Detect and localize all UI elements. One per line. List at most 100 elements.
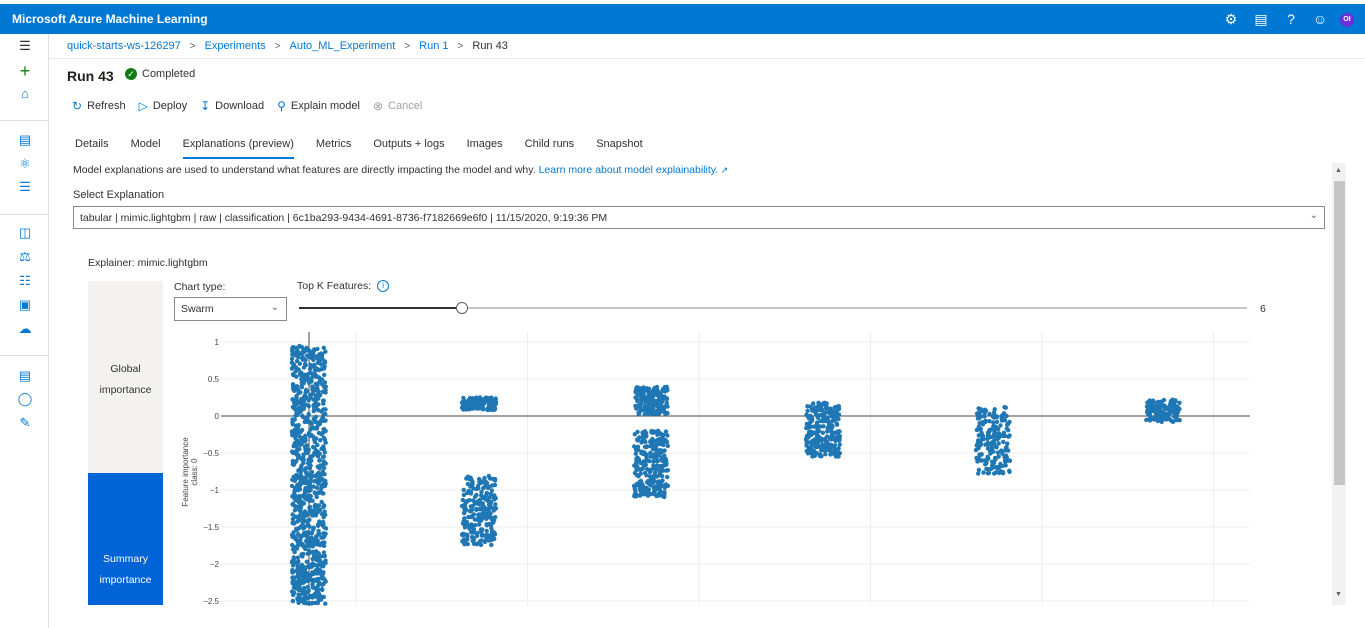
endpoints-icon[interactable]: ☁ — [15, 319, 35, 339]
scroll-down-icon[interactable]: ▼ — [1335, 591, 1342, 598]
refresh-button[interactable]: ↻ Refresh — [72, 99, 126, 113]
hamburger-icon[interactable]: ☰ — [15, 36, 35, 56]
chart-type-value: Swarm — [181, 303, 214, 315]
swarm-point — [491, 407, 496, 412]
gear-icon[interactable]: ⚙ — [1222, 10, 1240, 28]
swarm-point — [483, 397, 488, 403]
help-icon[interactable]: ? — [1282, 10, 1300, 28]
swarm-point — [638, 471, 643, 476]
swarm-point — [464, 498, 470, 504]
automl-icon[interactable]: ⚛ — [15, 154, 35, 174]
swarm-point — [290, 404, 296, 410]
swarm-point — [996, 441, 1001, 446]
top-k-slider[interactable] — [299, 301, 1247, 315]
swarm-point — [651, 465, 656, 470]
explain-model-button[interactable]: ⚲ Explain model — [277, 99, 360, 113]
avatar[interactable]: OI — [1340, 13, 1354, 27]
learn-more-link[interactable]: Learn more about model explainability. ↗ — [539, 164, 729, 176]
swarm-point — [654, 474, 659, 479]
swarm-point — [472, 499, 477, 505]
swarm-point — [832, 450, 838, 455]
vertical-scrollbar[interactable]: ▲ ▼ — [1332, 163, 1346, 605]
select-explanation-dropdown[interactable]: tabular | mimic.lightgbm | raw | classif… — [73, 206, 1325, 229]
swarm-point — [323, 418, 328, 423]
swarm-point — [320, 542, 325, 547]
swarm-point — [991, 410, 997, 415]
datastores-icon[interactable]: ◯ — [15, 389, 35, 409]
swarm-point — [977, 452, 983, 458]
swarm-point — [315, 600, 320, 606]
datasets-icon[interactable]: ◫ — [15, 223, 35, 243]
swarm-point — [983, 462, 988, 467]
app-title[interactable]: Microsoft Azure Machine Learning — [12, 12, 208, 26]
swarm-point — [487, 513, 492, 519]
swarm-point — [469, 398, 475, 403]
breadcrumb-current: Run 43 — [472, 40, 508, 52]
swarm-point — [321, 454, 326, 459]
swarm-point — [974, 455, 979, 461]
download-button[interactable]: ↧ Download — [200, 99, 264, 113]
swarm-point — [828, 452, 833, 457]
summary-importance-tab[interactable]: Summary importance — [88, 473, 163, 605]
run-tabs: Details Model Explanations (preview) Met… — [75, 138, 665, 160]
global-importance-tab[interactable]: Global importance — [88, 281, 163, 473]
swarm-point — [805, 440, 811, 445]
breadcrumb-run[interactable]: Run 1 — [419, 40, 448, 52]
swarm-point — [665, 443, 670, 449]
swarm-point — [313, 536, 319, 541]
notebook-icon[interactable]: ▤ — [15, 130, 35, 150]
tab-snapshot[interactable]: Snapshot — [596, 138, 642, 160]
tab-outputs-logs[interactable]: Outputs + logs — [373, 138, 444, 160]
tab-images[interactable]: Images — [467, 138, 503, 160]
swarm-point — [459, 405, 465, 410]
top-bar: Microsoft Azure Machine Learning ⚙ ▤ ? ☺… — [0, 4, 1365, 34]
search-icon: ⚲ — [277, 99, 286, 113]
swarm-point — [1177, 400, 1182, 405]
swarm-point — [321, 491, 326, 496]
breadcrumb-experiment[interactable]: Auto_ML_Experiment — [290, 40, 396, 52]
tab-details[interactable]: Details — [75, 138, 109, 160]
feedback-icon[interactable]: ▤ — [1252, 10, 1270, 28]
compute-icon[interactable]: ▤ — [15, 366, 35, 386]
experiments-icon[interactable]: ⚖ — [15, 247, 35, 267]
swarm-point — [492, 494, 497, 500]
swarm-point — [321, 483, 326, 488]
chart-type-select[interactable]: Swarm ⌄ — [174, 297, 287, 321]
swarm-point — [482, 539, 488, 545]
y-tick-label: −2 — [210, 560, 220, 569]
tab-metrics[interactable]: Metrics — [316, 138, 351, 160]
swarm-point — [292, 508, 298, 513]
swarm-point — [476, 517, 481, 522]
swarm-point — [301, 457, 306, 463]
tab-child-runs[interactable]: Child runs — [525, 138, 575, 160]
models-icon[interactable]: ▣ — [15, 295, 35, 315]
swarm-point — [470, 403, 476, 409]
breadcrumb-workspace[interactable]: quick-starts-ws-126297 — [67, 40, 181, 52]
scroll-up-icon[interactable]: ▲ — [1335, 167, 1342, 174]
breadcrumb-separator: > — [274, 41, 281, 52]
swarm-point — [321, 345, 326, 350]
designer-icon[interactable]: ☰ — [15, 177, 35, 197]
tab-explanations[interactable]: Explanations (preview) — [182, 138, 295, 160]
slider-handle[interactable] — [456, 302, 468, 314]
labeling-icon[interactable]: ✎ — [15, 413, 35, 433]
scrollbar-thumb[interactable] — [1334, 181, 1345, 485]
swarm-point — [465, 533, 470, 539]
swarm-point — [311, 348, 317, 354]
smiley-icon[interactable]: ☺ — [1311, 10, 1329, 28]
swarm-point — [294, 358, 300, 364]
home-icon[interactable]: ⌂ — [15, 84, 35, 104]
swarm-point — [311, 579, 316, 584]
swarm-point — [1158, 418, 1163, 423]
info-icon[interactable]: i — [377, 280, 390, 292]
swarm-point — [829, 437, 834, 442]
plus-icon[interactable]: + — [15, 61, 35, 81]
cancel-button[interactable]: ⊗ Cancel — [373, 99, 422, 113]
swarm-point — [644, 434, 649, 439]
tab-model[interactable]: Model — [131, 138, 161, 160]
breadcrumb-experiments[interactable]: Experiments — [205, 40, 266, 52]
swarm-point — [304, 530, 309, 535]
pipelines-icon[interactable]: ☷ — [15, 271, 35, 291]
deploy-button[interactable]: ▷ Deploy — [139, 99, 187, 113]
swarm-point — [814, 412, 819, 417]
